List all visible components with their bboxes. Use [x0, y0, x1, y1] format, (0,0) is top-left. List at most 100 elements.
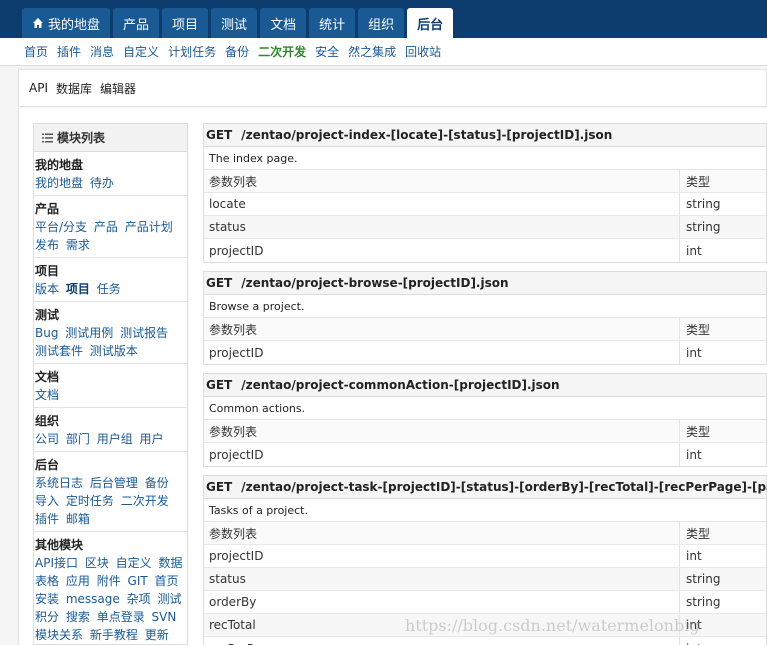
module-link[interactable]: 平台/分支: [35, 220, 87, 234]
module-link[interactable]: 测试版本: [90, 344, 138, 358]
module-link[interactable]: 测试报告: [120, 326, 168, 340]
module-link[interactable]: 自定义: [116, 556, 152, 570]
module-list-sidebar: 模块列表 我的地盘 我的地盘 待办 产品 平台/分支 产品 产品计划 发布 需求 项…: [33, 123, 188, 645]
param-row: orderBy string: [204, 591, 766, 614]
module-link[interactable]: 应用: [66, 574, 90, 588]
module-link[interactable]: 后台管理: [90, 476, 138, 490]
param-name: projectID: [204, 341, 680, 364]
module-group: 项目 版本 项目 任务: [34, 258, 187, 302]
module-group-title: 其他模块: [35, 538, 84, 552]
dev-panel-tab[interactable]: 数据库: [56, 80, 92, 97]
module-link[interactable]: 插件: [35, 512, 59, 526]
module-link[interactable]: 测试套件: [35, 344, 83, 358]
module-group-title: 后台: [35, 458, 60, 472]
module-link[interactable]: 积分: [35, 610, 59, 624]
subnav-item[interactable]: 然之集成: [348, 43, 396, 60]
topnav-item[interactable]: 组织: [358, 8, 405, 38]
module-link[interactable]: 更新: [145, 628, 169, 642]
topnav-item[interactable]: 文档: [260, 8, 307, 38]
module-link[interactable]: 新手教程: [90, 628, 138, 642]
module-link[interactable]: 产品计划: [125, 220, 173, 234]
module-link[interactable]: 区块: [85, 556, 109, 570]
module-link[interactable]: 模块关系: [35, 628, 83, 642]
module-link[interactable]: 项目: [66, 282, 90, 296]
api-path: /zentao/project-index-[locate]-[status]-…: [241, 128, 613, 142]
module-link[interactable]: 备份: [145, 476, 169, 490]
module-link[interactable]: 用户: [140, 432, 164, 446]
module-link[interactable]: SVN: [152, 610, 177, 624]
module-group-links: 我的地盘 待办: [35, 174, 186, 192]
top-navigation: 我的地盘 产品 项目 测试 文档 统计 组织 后台: [0, 0, 767, 38]
api-description: Common actions.: [204, 397, 766, 420]
module-link[interactable]: 版本: [35, 282, 59, 296]
subnav-item[interactable]: 自定义: [123, 43, 159, 60]
module-link[interactable]: 测试: [157, 592, 181, 606]
module-link[interactable]: 单点登录: [97, 610, 145, 624]
module-link[interactable]: 文档: [35, 388, 59, 402]
param-header-name: 参数列表: [204, 420, 680, 442]
topnav-item[interactable]: 测试: [211, 8, 258, 38]
module-link[interactable]: 导入: [35, 494, 59, 508]
subnav-item[interactable]: 首页: [24, 43, 48, 60]
http-method: GET: [206, 276, 233, 290]
api-endpoint-title: GET/zentao/project-commonAction-[project…: [204, 374, 766, 397]
module-link[interactable]: 定时任务: [66, 494, 114, 508]
api-block: GET/zentao/project-commonAction-[project…: [203, 373, 767, 467]
module-link[interactable]: 测试用例: [65, 326, 113, 340]
module-group: 组织 公司 部门 用户组 用户: [34, 408, 187, 452]
dev-panel-tab[interactable]: 编辑器: [100, 80, 136, 97]
home-icon: [33, 18, 43, 28]
topnav-item[interactable]: 产品: [113, 8, 160, 38]
module-link[interactable]: 附件: [97, 574, 121, 588]
module-group: 测试 Bug 测试用例 测试报告 测试套件 测试版本: [34, 302, 187, 364]
module-link[interactable]: 首页: [155, 574, 179, 588]
module-link[interactable]: 用户组: [97, 432, 133, 446]
module-link[interactable]: 公司: [35, 432, 59, 446]
api-endpoint-title: GET/zentao/project-index-[locate]-[statu…: [204, 124, 766, 147]
module-group-links: Bug 测试用例 测试报告 测试套件 测试版本: [35, 324, 186, 360]
subnav-item[interactable]: 消息: [90, 43, 114, 60]
param-name: status: [204, 568, 680, 590]
topnav-home[interactable]: 我的地盘: [22, 8, 111, 38]
module-link[interactable]: 邮箱: [66, 512, 90, 526]
dev-panel-tab[interactable]: API: [29, 81, 48, 95]
topnav-item[interactable]: 项目: [162, 8, 209, 38]
module-link[interactable]: 部门: [66, 432, 90, 446]
api-block: GET/zentao/project-task-[projectID]-[sta…: [203, 475, 767, 645]
api-path: /zentao/project-commonAction-[projectID]…: [241, 378, 560, 392]
module-link[interactable]: message: [66, 592, 120, 606]
param-table-header: 参数列表 类型: [204, 318, 766, 341]
subnav-item[interactable]: 插件: [57, 43, 81, 60]
subnav-item[interactable]: 安全: [315, 43, 339, 60]
topnav-item[interactable]: 后台: [407, 8, 454, 38]
module-link[interactable]: 系统日志: [35, 476, 83, 490]
subnav-item[interactable]: 计划任务: [168, 43, 216, 60]
param-row: projectID int: [204, 545, 766, 568]
module-group: 我的地盘 我的地盘 待办: [34, 152, 187, 196]
topnav-home-label: 我的地盘: [48, 17, 101, 33]
module-link[interactable]: 待办: [90, 176, 114, 190]
topnav-item[interactable]: 统计: [309, 8, 356, 38]
module-link[interactable]: 发布: [35, 238, 59, 252]
module-link[interactable]: Bug: [35, 326, 58, 340]
param-name: recPerPage: [204, 637, 680, 645]
subnav-item[interactable]: 备份: [225, 43, 249, 60]
module-link[interactable]: 搜索: [66, 610, 90, 624]
module-link[interactable]: 二次开发: [121, 494, 169, 508]
http-method: GET: [206, 128, 233, 142]
subnav-item[interactable]: 回收站: [405, 43, 441, 60]
module-link[interactable]: 需求: [66, 238, 90, 252]
module-link[interactable]: 产品: [94, 220, 118, 234]
module-link[interactable]: 杂项: [127, 592, 151, 606]
module-link[interactable]: API接口: [35, 556, 78, 570]
api-path: /zentao/project-browse-[projectID].json: [241, 276, 509, 290]
subnav-item[interactable]: 二次开发: [258, 43, 306, 60]
module-link[interactable]: 我的地盘: [35, 176, 83, 190]
param-row: projectID int: [204, 341, 766, 364]
module-link[interactable]: 安装: [35, 592, 59, 606]
module-group-links: 版本 项目 任务: [35, 280, 186, 298]
module-group: 其他模块 API接口 区块 自定义 数据表格 应用 附件 GIT 首页 安装 me…: [34, 532, 187, 644]
module-link[interactable]: 任务: [97, 282, 121, 296]
module-link[interactable]: GIT: [128, 574, 148, 588]
param-type: string: [686, 220, 721, 234]
